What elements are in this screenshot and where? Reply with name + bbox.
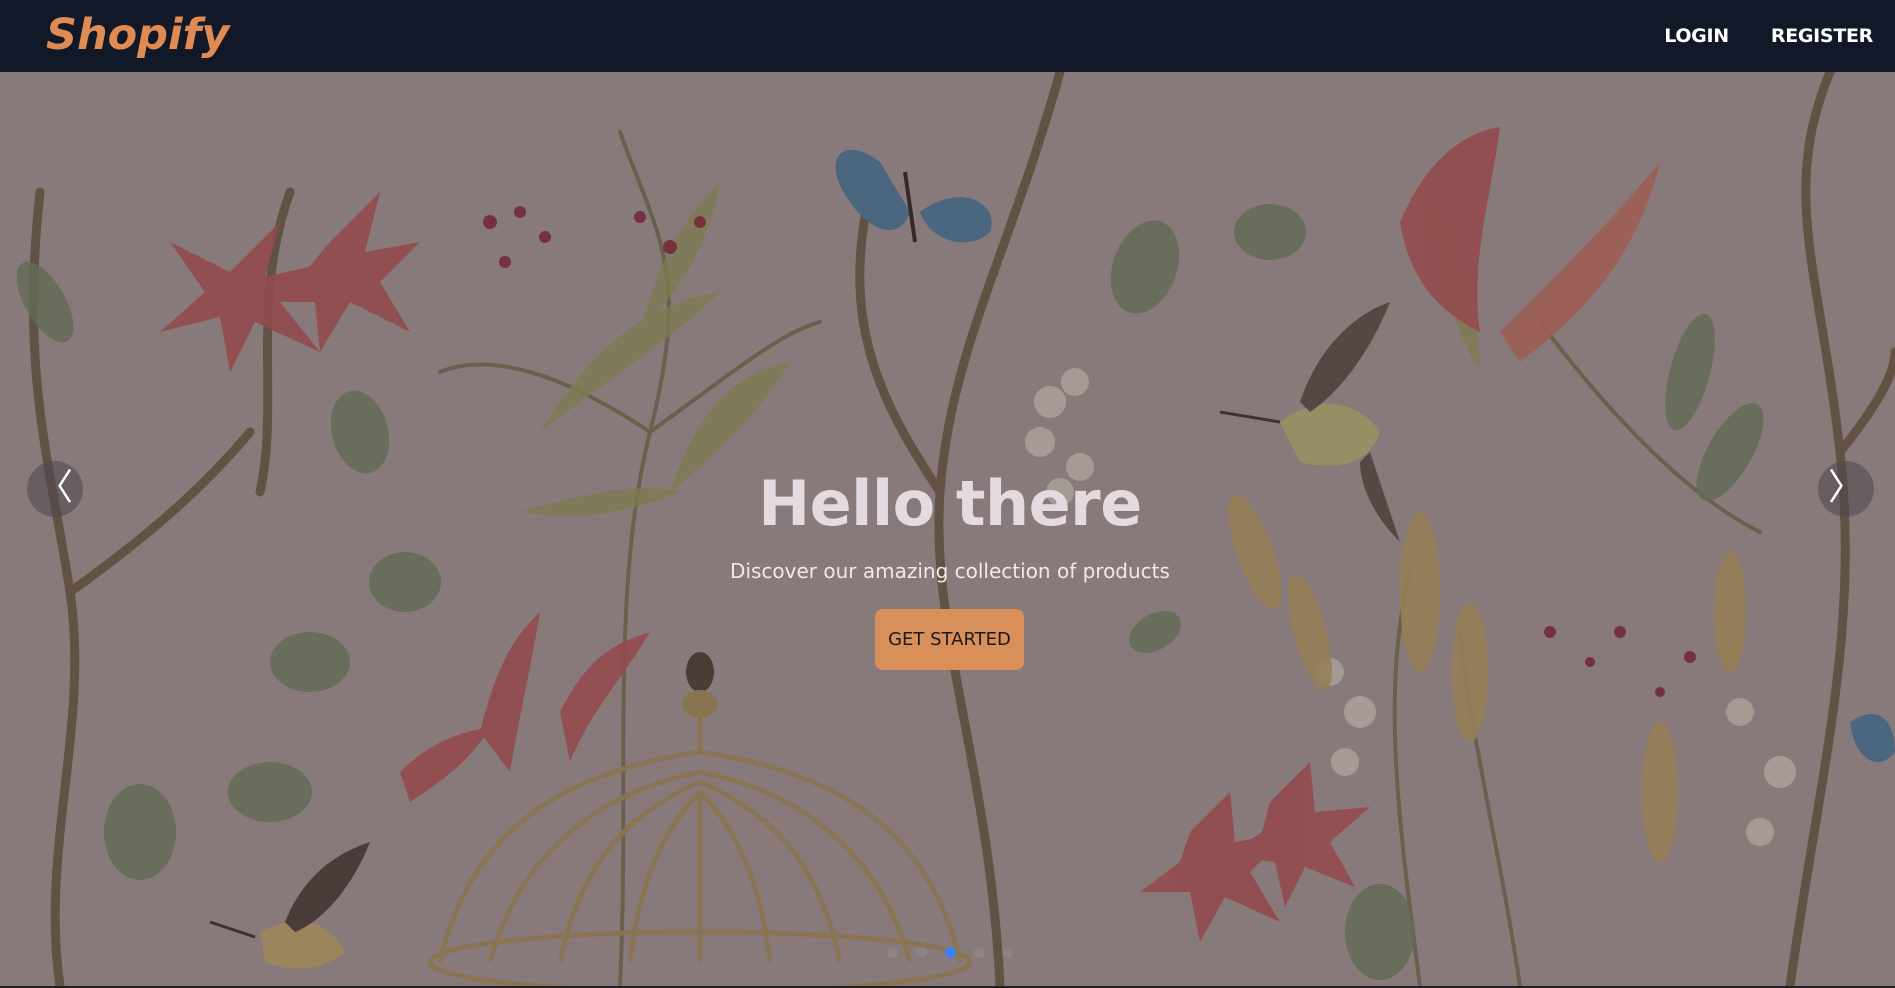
login-link[interactable]: LOGIN: [1664, 25, 1729, 47]
carousel-indicator-2[interactable]: [915, 947, 927, 958]
carousel-indicator-1[interactable]: [886, 947, 898, 958]
hero-content: Hello there Discover our amazing collect…: [0, 72, 1895, 986]
hero-subtitle: Discover our amazing collection of produ…: [730, 559, 1170, 583]
register-link[interactable]: REGISTER: [1771, 25, 1873, 47]
carousel-indicator-5[interactable]: [1002, 947, 1014, 958]
carousel-next-button[interactable]: 〉: [1818, 461, 1874, 517]
carousel-indicator-4[interactable]: [973, 947, 985, 958]
chevron-left-icon: 〈: [36, 467, 73, 508]
hero-carousel: Hello there Discover our amazing collect…: [0, 72, 1895, 986]
brand-logo[interactable]: Shopify: [46, 10, 229, 60]
navbar: Shopify LOGIN REGISTER: [0, 0, 1895, 72]
carousel-indicator-3[interactable]: [944, 947, 956, 958]
chevron-right-icon: 〉: [1827, 467, 1864, 508]
carousel-indicators: [0, 947, 1895, 958]
carousel-prev-button[interactable]: 〈: [27, 461, 83, 517]
nav-links: LOGIN REGISTER: [1664, 25, 1873, 47]
get-started-button[interactable]: GET STARTED: [875, 609, 1024, 670]
hero-title: Hello there: [758, 467, 1142, 540]
